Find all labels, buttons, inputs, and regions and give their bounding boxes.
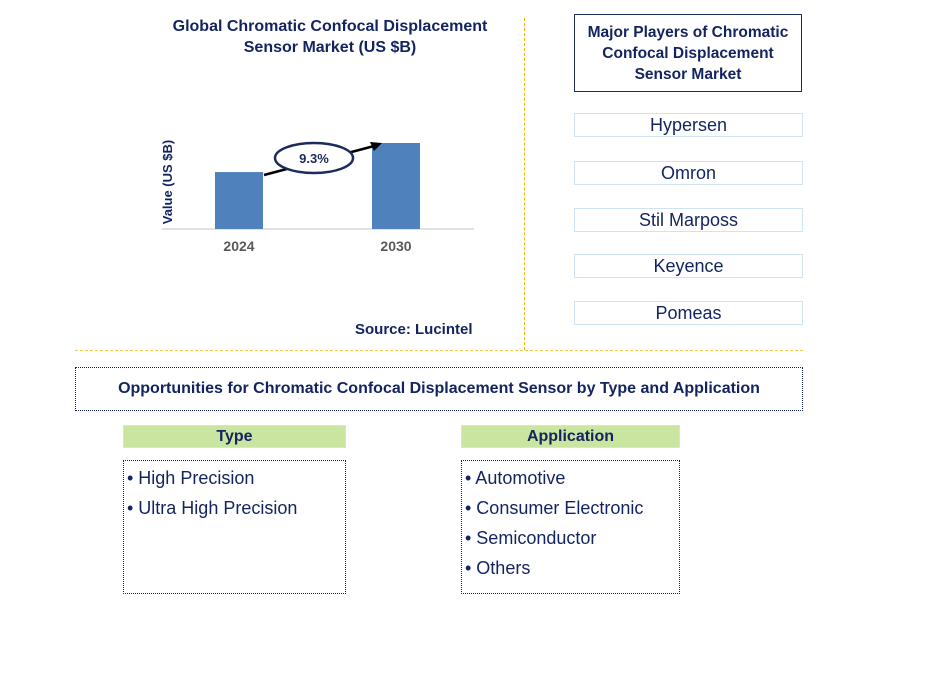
bar-2024 (215, 172, 263, 229)
player-item: Omron (574, 161, 803, 185)
x-tick-label: 2030 (380, 238, 411, 254)
application-item: • Others (465, 558, 531, 578)
player-item: Stil Marposs (574, 208, 803, 232)
type-list: • High Precision • Ultra High Precision (123, 460, 346, 594)
application-item: • Automotive (465, 468, 566, 488)
bar-chart: Value (US $B) 2024 2030 9.3% (160, 140, 474, 254)
cagr-label: 9.3% (299, 151, 329, 166)
vertical-divider (524, 18, 525, 350)
player-item: Hypersen (574, 113, 803, 137)
horizontal-divider (75, 350, 803, 351)
y-axis-label: Value (US $B) (160, 140, 175, 225)
application-item: • Consumer Electronic (465, 498, 644, 518)
player-item: Pomeas (574, 301, 803, 325)
type-item: • High Precision (127, 468, 255, 488)
application-list: • Automotive • Consumer Electronic • Sem… (461, 460, 680, 594)
player-item: Keyence (574, 254, 803, 278)
x-tick-label: 2024 (223, 238, 254, 254)
type-item: • Ultra High Precision (127, 498, 298, 518)
players-title: Major Players of Chromatic Confocal Disp… (574, 14, 802, 92)
application-item: • Semiconductor (465, 528, 597, 548)
bar-2030 (372, 143, 420, 229)
source-label: Source: Lucintel (355, 321, 473, 338)
chart-title: Global Chromatic Confocal Displacement S… (172, 18, 488, 56)
type-heading: Type (123, 425, 346, 448)
application-heading: Application (461, 425, 680, 448)
opportunities-title: Opportunities for Chromatic Confocal Dis… (75, 367, 803, 411)
